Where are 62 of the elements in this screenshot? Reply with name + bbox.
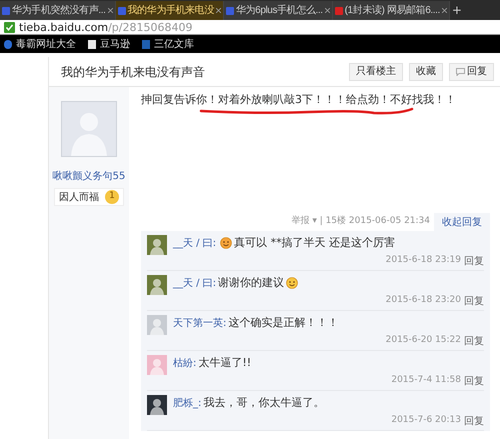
reply-user[interactable]: __天 / 曰: (173, 276, 216, 291)
browser-tab[interactable]: 华为6plus手机怎么... (224, 1, 333, 20)
close-icon[interactable] (324, 8, 330, 13)
bookmark-label: 三亿文库 (154, 38, 194, 52)
bookmark-item[interactable]: 毒霸网址大全 (4, 36, 76, 52)
avatar-icon (61, 101, 117, 157)
post-text: 抻回复告诉你！对着外放喇叭敲3下！！！给点劲！不好找我！！ (141, 93, 456, 107)
url-text: tieba.baidu.com/p/2815068409 (19, 22, 192, 32)
reply-link[interactable]: 回复 (464, 334, 484, 348)
reply-text: 真可以 **搞了半天 还是这个厉害 (234, 235, 396, 251)
close-icon[interactable] (442, 8, 447, 13)
bookmark-item[interactable]: 三亿文库 (142, 36, 194, 52)
tab-title: 华为手机突然没有声... (12, 4, 106, 18)
reply-time: 2015-7-6 20:13 (391, 414, 461, 428)
address-bar[interactable]: tieba.baidu.com/p/2815068409 (0, 20, 500, 35)
avatar-icon (147, 315, 167, 335)
bookmark-icon (4, 40, 12, 48)
bookmark-label: 毒霸网址大全 (16, 38, 76, 52)
post-meta: 举报 ▾ | 15楼 2015-06-05 21:34 (291, 215, 430, 228)
reply-link[interactable]: 回复 (464, 414, 484, 428)
author-title: 因人而福 (59, 190, 99, 204)
reply-user[interactable]: 枯紛: (173, 356, 196, 371)
avatar-icon (147, 275, 167, 295)
bookmark-icon (142, 40, 150, 48)
reply-time: 2015-7-4 11:58 (391, 374, 461, 388)
tab-title: (1封未读) 网易邮箱6.... (344, 4, 440, 18)
new-tab-button[interactable]: + (450, 1, 464, 20)
author-name[interactable]: 啾啾颤义务句55 (52, 169, 126, 184)
close-icon[interactable] (216, 8, 221, 13)
close-icon[interactable] (108, 8, 113, 13)
reply-time: 2015-6-18 23:20 (386, 294, 461, 308)
reply-user[interactable]: __天 / 曰: (173, 236, 216, 251)
tab-title: 华为6plus手机怎么... (236, 4, 323, 18)
secure-check-icon (4, 22, 15, 32)
reply-text: 这个确实是正解！！！ (228, 315, 338, 331)
collapse-replies-button[interactable]: 收起回复 (434, 213, 490, 231)
avatar-icon (147, 395, 167, 415)
reply-time: 2015-6-20 15:22 (386, 334, 461, 348)
bookmark-item[interactable]: 豆马逊 (88, 36, 130, 52)
reply-text: 太牛逼了!! (198, 355, 252, 371)
thread-title: 我的华为手机来电没有声音 (61, 64, 205, 80)
reply-text: 我去，哥，你太牛逼了。 (203, 395, 324, 411)
browser-tab[interactable]: 我的华为手机来电没 (116, 1, 224, 20)
comment-icon (456, 68, 465, 76)
reply-text: 谢谢你的建议 (218, 275, 284, 291)
reply-user[interactable]: 天下第一英: (173, 316, 226, 331)
bookmark-label: 豆马逊 (100, 38, 130, 52)
thread-button[interactable]: 收藏 (409, 62, 443, 80)
reply-time: 2015-6-18 23:19 (386, 254, 461, 268)
browser-tab[interactable]: (1封未读) 网易邮箱6.... (332, 1, 450, 20)
tab-title: 我的华为手机来电没 (128, 4, 214, 18)
reply-user[interactable]: 肥栎_: (173, 396, 202, 411)
browser-tab[interactable]: 华为手机突然没有声... (0, 1, 116, 20)
level-badge: 1 (105, 190, 119, 204)
avatar-icon (147, 355, 167, 375)
reply-link[interactable]: 回复 (464, 294, 484, 308)
thread-button[interactable]: 只看楼主 (349, 62, 403, 80)
thread-button[interactable]: 回复 (449, 62, 494, 80)
reply-link[interactable]: 回复 (464, 374, 484, 388)
reply-link[interactable]: 回复 (464, 254, 484, 268)
bookmark-icon (88, 40, 96, 48)
avatar-icon (147, 235, 167, 255)
